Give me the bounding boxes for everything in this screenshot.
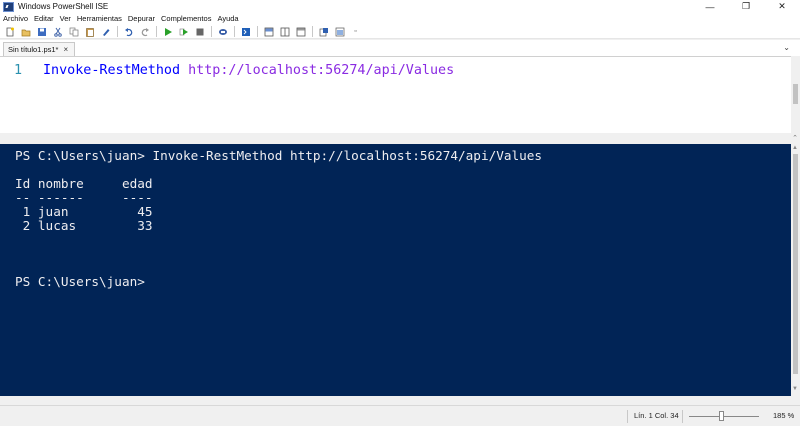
console-line: 2 lucas 33 — [15, 218, 153, 233]
menu-ver[interactable]: Ver — [60, 13, 71, 25]
window-title: Windows PowerShell ISE — [18, 2, 109, 11]
tab-close-icon[interactable]: × — [63, 45, 68, 54]
layout-top-icon[interactable] — [262, 26, 275, 38]
scroll-down-icon[interactable]: ▼ — [792, 386, 798, 392]
undo-icon[interactable] — [122, 26, 135, 38]
menu-archivo[interactable]: Archivo — [3, 13, 28, 25]
cmdlet-token: Invoke-RestMethod — [43, 62, 181, 78]
toolbar-separator — [257, 26, 258, 37]
console-line: PS C:\Users\juan> Invoke-RestMethod http… — [15, 148, 543, 163]
menu-herramientas[interactable]: Herramientas — [77, 13, 122, 25]
menu-depurar[interactable]: Depurar — [128, 13, 155, 25]
powershell-ise-window: Windows PowerShell ISE — ❐ ✕ Archivo Edi… — [0, 0, 800, 426]
clear-icon[interactable] — [99, 26, 112, 38]
scrollbar-thumb[interactable] — [793, 154, 798, 374]
run-selection-icon[interactable] — [177, 26, 190, 38]
copy-icon[interactable] — [67, 26, 80, 38]
redo-icon[interactable] — [138, 26, 151, 38]
paste-icon[interactable] — [83, 26, 96, 38]
tab-list-chevron-icon[interactable]: ⌄ — [783, 43, 790, 52]
close-button[interactable]: ✕ — [764, 0, 800, 13]
status-divider — [682, 410, 683, 423]
toolbar: ▫ — [0, 25, 800, 39]
command-window-icon[interactable] — [239, 26, 252, 38]
cut-icon[interactable] — [51, 26, 64, 38]
zoom-slider[interactable] — [689, 416, 759, 417]
addon-icon[interactable] — [333, 26, 346, 38]
open-icon[interactable] — [19, 26, 32, 38]
scrollbar-thumb[interactable] — [793, 84, 798, 104]
argument-token: http://localhost:56274/api/Values — [180, 62, 455, 78]
scroll-up-icon[interactable]: ▲ — [792, 145, 798, 151]
console-pane[interactable]: PS C:\Users\juan> Invoke-RestMethod http… — [0, 144, 791, 396]
toolbar-overflow[interactable]: ▫ — [349, 26, 362, 38]
run-icon[interactable] — [161, 26, 174, 38]
minimize-button[interactable]: — — [692, 0, 728, 13]
menu-complementos[interactable]: Complementos — [161, 13, 211, 25]
menu-bar: Archivo Editar Ver Herramientas Depurar … — [0, 13, 800, 25]
stop-icon[interactable] — [193, 26, 206, 38]
toolbar-separator — [312, 26, 313, 37]
layout-right-icon[interactable] — [278, 26, 291, 38]
console-prompt: PS C:\Users\juan> — [15, 274, 145, 289]
toolbar-separator — [211, 26, 212, 37]
tab-strip: Sin título1.ps1* × ⌄ — [0, 40, 800, 56]
save-icon[interactable] — [35, 26, 48, 38]
console-scrollbar[interactable]: ▲ ▼ — [791, 144, 800, 396]
cursor-position: Lín. 1 Col. 34 — [634, 411, 679, 420]
script-scrollbar[interactable] — [791, 56, 800, 133]
remote-icon[interactable] — [216, 26, 229, 38]
status-bar: Lín. 1 Col. 34 185 % — [0, 405, 800, 426]
console-line: -- ------ ---- — [15, 190, 153, 205]
show-commands-icon[interactable] — [317, 26, 330, 38]
title-bar: Windows PowerShell ISE — ❐ ✕ — [0, 0, 800, 13]
console-line: Id nombre edad — [15, 176, 153, 191]
maximize-button[interactable]: ❐ — [728, 0, 764, 13]
code-line: 1 Invoke-RestMethod http://localhost:562… — [0, 61, 454, 79]
toolbar-separator — [234, 26, 235, 37]
status-divider — [627, 410, 628, 423]
zoom-level: 185 % — [773, 411, 795, 420]
line-number: 1 — [13, 62, 22, 78]
toolbar-separator — [156, 26, 157, 37]
toolbar-separator — [117, 26, 118, 37]
powershell-icon — [3, 1, 14, 12]
collapse-chevron-icon[interactable]: ⌃ — [792, 134, 798, 142]
new-icon[interactable] — [3, 26, 16, 38]
layout-max-icon[interactable] — [294, 26, 307, 38]
menu-ayuda[interactable]: Ayuda — [217, 13, 238, 25]
window-controls: — ❐ ✕ — [692, 0, 800, 13]
tab-sin-titulo1[interactable]: Sin título1.ps1* × — [3, 42, 75, 56]
zoom-slider-thumb[interactable] — [719, 411, 724, 421]
menu-editar[interactable]: Editar — [34, 13, 54, 25]
console-line: 1 juan 45 — [15, 204, 153, 219]
script-editor[interactable]: 1 Invoke-RestMethod http://localhost:562… — [0, 56, 791, 133]
pane-splitter[interactable]: ⌃ — [0, 133, 800, 144]
tab-label: Sin título1.ps1* — [8, 45, 59, 54]
